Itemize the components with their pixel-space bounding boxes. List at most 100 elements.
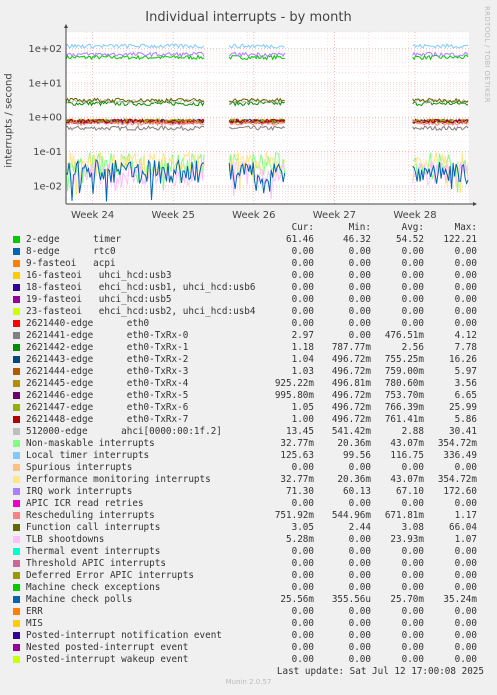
legend-value-avg: 43.07m: [390, 474, 424, 485]
legend-value-min: 0.00: [348, 282, 371, 293]
legend-row: Deferred Error APIC interrupts 0.00 0.00 0.…: [0, 570, 497, 582]
legend-series-name: 2621444-edge eth0-TxRx-3: [26, 366, 189, 377]
legend-value-min: 0.00: [348, 570, 371, 581]
legend-swatch: [13, 236, 20, 243]
legend-series-name: Machine check polls: [26, 594, 133, 605]
legend-value-max: 0.00: [454, 654, 477, 665]
legend-value-max: 0.00: [454, 558, 477, 569]
legend-swatch: [13, 476, 20, 483]
munin-version: Munin 2.0.57: [225, 678, 272, 686]
legend-series-name: Machine check exceptions: [26, 582, 161, 593]
legend-value-min: 0.00: [348, 642, 371, 653]
legend-swatch: [13, 248, 20, 255]
legend-row: Spurious interrupts 0.00 0.00 0.00 0.00: [0, 462, 497, 474]
legend-value-cur: 0.00: [291, 246, 314, 257]
legend-value-cur: 0.00: [291, 270, 314, 281]
legend-value-avg: 2.88: [401, 426, 424, 437]
legend-series-name: 2-edge timer: [26, 234, 122, 245]
legend-swatch: [13, 500, 20, 507]
legend-value-min: 0.00: [348, 606, 371, 617]
legend-value-max: 35.24m: [443, 594, 477, 605]
legend-value-min: 0.00: [348, 246, 371, 257]
legend-swatch: [13, 524, 20, 531]
legend-row: IRQ work interrupts 71.30 60.13 67.10 172.60: [0, 486, 497, 498]
legend-value-max: 16.26: [449, 354, 477, 365]
legend-value-cur: 32.77m: [280, 474, 314, 485]
legend-value-cur: 0.00: [291, 654, 314, 665]
legend-series-name: Nested posted-interrupt event: [26, 642, 189, 653]
legend-value-avg: 476.51m: [384, 330, 424, 341]
legend-row: 2621446-edge eth0-TxRx-5 995.80m 496.72m 75…: [0, 390, 497, 402]
legend-series-name: 23-fasteoi ehci_hcd:usb2, uhci_hcd:usb4: [26, 306, 256, 317]
legend-row: 18-fasteoi ehci_hcd:usb1, uhci_hcd:usb6 0…: [0, 282, 497, 294]
legend-value-avg: 0.00: [401, 270, 424, 281]
legend-swatch: [13, 512, 20, 519]
legend-value-max: 0.00: [454, 642, 477, 653]
legend-swatch: [13, 284, 20, 291]
legend-value-avg: 0.00: [401, 462, 424, 473]
legend-series-name: Deferred Error APIC interrupts: [26, 570, 194, 581]
legend-value-min: 20.36m: [337, 474, 371, 485]
legend-value-avg: 0.00: [401, 246, 424, 257]
legend-series-name: Posted-interrupt wakeup event: [26, 654, 189, 665]
legend-value-min: 0.00: [348, 558, 371, 569]
y-tick-label: 1e+02: [28, 44, 62, 55]
legend-value-max: 25.99: [449, 402, 477, 413]
legend-value-cur: 0.00: [291, 306, 314, 317]
legend-series-name: 2621447-edge eth0-TxRx-6: [26, 402, 189, 413]
legend-value-min: 496.72m: [331, 414, 371, 425]
legend-value-min: 355.56u: [331, 594, 371, 605]
legend-row: 512000-edge ahci[0000:00:1f.2] 13.45 541.4…: [0, 426, 497, 438]
legend-value-cur: 125.63: [280, 450, 314, 461]
col-cur: Cur:: [291, 222, 314, 233]
legend-value-min: 0.00: [348, 294, 371, 305]
legend-value-min: 0.00: [348, 630, 371, 641]
legend-value-min: 496.72m: [331, 390, 371, 401]
legend-header: Cur: Min: Avg: Max:: [0, 222, 497, 234]
legend-row: ERR 0.00 0.00 0.00 0.00: [0, 606, 497, 618]
legend-row: Posted-interrupt wakeup event 0.00 0.00 0.0…: [0, 654, 497, 666]
legend-value-cur: 0.00: [291, 618, 314, 629]
legend-value-cur: 1.04: [291, 354, 314, 365]
legend-value-max: 6.65: [454, 390, 477, 401]
legend-value-cur: 0.00: [291, 294, 314, 305]
legend-row: 19-fasteoi uhci_hcd:usb5 0.00 0.00 0.00 0.00: [0, 294, 497, 306]
legend-value-cur: 0.00: [291, 318, 314, 329]
legend-value-cur: 995.80m: [274, 390, 314, 401]
legend-swatch: [13, 404, 20, 411]
legend-swatch: [13, 488, 20, 495]
legend-swatch: [13, 416, 20, 423]
legend-swatch: [13, 308, 20, 315]
legend-row: 2621444-edge eth0-TxRx-3 1.03 496.72m 759.0…: [0, 366, 497, 378]
x-tick-label: Week 27: [313, 210, 356, 221]
legend-value-min: 46.32: [343, 234, 371, 245]
legend-series-name: Function call interrupts: [26, 522, 161, 533]
legend-swatch: [13, 620, 20, 627]
legend-value-max: 0.00: [454, 630, 477, 641]
legend-value-avg: 43.07m: [390, 438, 424, 449]
legend-value-max: 0.00: [454, 606, 477, 617]
plot-area: 1e+02 1e+01 1e+00 1e-01 1e-02 Week 24 Week 25 W…: [28, 24, 477, 221]
legend-value-cur: 61.46: [286, 234, 314, 245]
col-avg: Avg:: [401, 222, 424, 233]
legend-value-min: 0.00: [348, 654, 371, 665]
legend-value-avg: 0.00: [401, 306, 424, 317]
legend-series-name: 19-fasteoi uhci_hcd:usb5: [26, 294, 172, 305]
legend-swatch: [13, 344, 20, 351]
legend-value-cur: 0.00: [291, 462, 314, 473]
legend-value-min: 2.44: [348, 522, 371, 533]
legend-value-min: 0.00: [348, 258, 371, 269]
legend-value-avg: 0.00: [401, 318, 424, 329]
legend-value-cur: 0.00: [291, 582, 314, 593]
legend-series-name: TLB shootdowns: [26, 534, 105, 545]
legend-value-max: 30.41: [449, 426, 477, 437]
legend-value-cur: 1.05: [291, 402, 314, 413]
y-tick-label: 1e+00: [28, 113, 62, 124]
legend-value-cur: 925.22m: [274, 378, 314, 389]
legend-value-cur: 0.00: [291, 630, 314, 641]
legend-value-min: 0.00: [348, 270, 371, 281]
legend-row: Non-maskable interrupts 32.77m 20.36m 43.07…: [0, 438, 497, 450]
legend-value-avg: 0.00: [401, 630, 424, 641]
legend-row: Machine check exceptions 0.00 0.00 0.00 0.00: [0, 582, 497, 594]
legend-series-name: 2621448-edge eth0-TxRx-7: [26, 414, 189, 425]
